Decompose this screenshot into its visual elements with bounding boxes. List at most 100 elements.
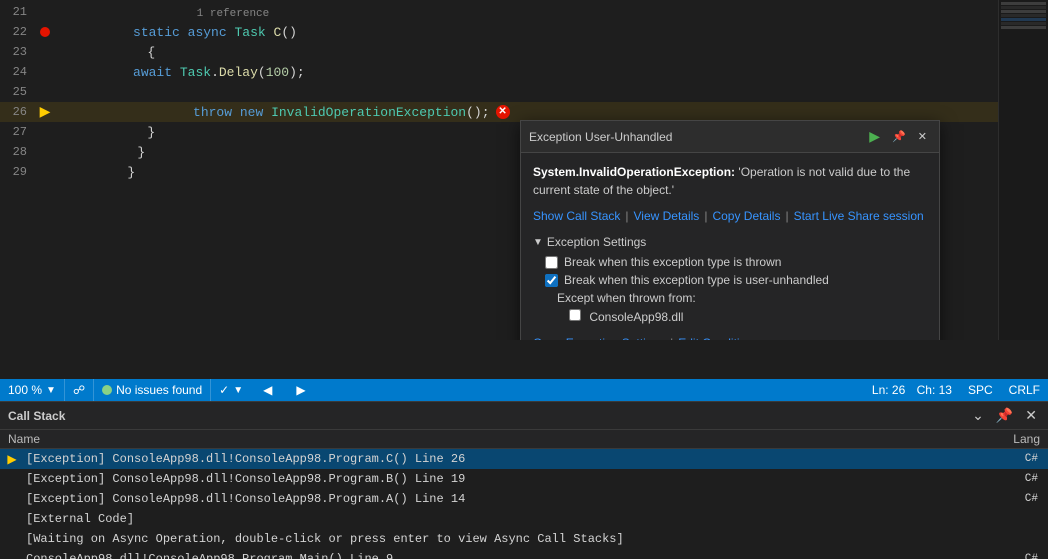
mini-line [1001, 2, 1046, 5]
current-line-arrow: ▶ [40, 104, 51, 121]
exception-settings: ▼ Exception Settings Break when this exc… [533, 235, 927, 324]
row-icon-0: ▶ [2, 452, 22, 467]
code-text-29: } [127, 165, 135, 180]
mini-line [1001, 18, 1046, 21]
status-check[interactable]: ✓ ▼ [211, 379, 251, 401]
stack-row-0[interactable]: ▶[Exception] ConsoleApp98.dll!ConsoleApp… [0, 449, 1048, 469]
except-when-label: Except when thrown from: [533, 291, 927, 305]
breakpoint-dot-22[interactable] [40, 27, 50, 37]
row-text-1: [Exception] ConsoleApp98.dll!ConsoleApp9… [22, 472, 996, 486]
except-source: ConsoleApp98.dll [533, 309, 927, 324]
popup-body: System.InvalidOperationException: 'Opera… [521, 153, 939, 340]
minimap-code [999, 0, 1048, 32]
status-encoding[interactable]: SPC [960, 383, 1001, 397]
check-icon: ✓ [219, 383, 229, 397]
callstack-rows[interactable]: ▶ [Exception] ConsoleApp98.dll!ConsoleApp… [0, 449, 1048, 559]
mini-line [1001, 14, 1046, 17]
status-bar: 100 % ▼ ☍ No issues found ✓ ▼ ◀ ▶ Ln: 26… [0, 379, 1048, 401]
popup-run-button[interactable]: ▶ [865, 126, 884, 147]
status-eol[interactable]: CRLF [1001, 383, 1048, 397]
edit-conditions-link[interactable]: Edit Conditions [678, 336, 759, 340]
popup-pin-button[interactable]: 📌 [888, 128, 910, 145]
show-call-stack-link[interactable]: Show Call Stack [533, 209, 620, 223]
encoding-label: SPC [968, 383, 993, 397]
copy-details-link[interactable]: Copy Details [712, 209, 780, 223]
nav-right-icon[interactable]: ▶ [292, 383, 309, 397]
breakpoint-area-22[interactable] [35, 27, 55, 37]
status-line-col[interactable]: Ln: 26 Ch: 13 [864, 383, 960, 397]
link-sep-1: | [625, 209, 628, 223]
line-number-28: 28 [0, 145, 35, 159]
checkbox-row-2: Break when this exception type is user-u… [533, 273, 927, 287]
consoleapp-source-checkbox[interactable] [569, 309, 581, 321]
nav-left-icon[interactable]: ◀ [259, 383, 276, 397]
link-sep-3: | [785, 209, 788, 223]
popup-close-button[interactable]: ✕ [914, 128, 931, 145]
code-line-24: 24 await Task.Delay(100); [0, 62, 1048, 82]
line-number-27: 27 [0, 125, 35, 139]
break-on-throw-label: Break when this exception type is thrown [564, 255, 781, 269]
row-text-2: [Exception] ConsoleApp98.dll!ConsoleApp9… [22, 492, 996, 506]
no-issues-text: No issues found [116, 383, 202, 397]
bottom-links: Open Exception Settings | Edit Condition… [533, 332, 927, 340]
row-lang-5: C# [996, 553, 1046, 559]
stack-row-2[interactable]: [Exception] ConsoleApp98.dll!ConsoleApp9… [0, 489, 1048, 509]
row-text-3: [External Code] [22, 512, 996, 526]
row-lang-1: C# [996, 473, 1046, 485]
line-number-26: 26 [0, 105, 35, 119]
panel-close-button[interactable]: ✕ [1022, 407, 1040, 424]
popup-buttons: ▶ 📌 ✕ [865, 126, 931, 147]
open-exception-settings-link[interactable]: Open Exception Settings [533, 336, 665, 340]
break-on-unhandled-label: Break when this exception type is user-u… [564, 273, 829, 287]
status-zoom[interactable]: 100 % ▼ [0, 379, 64, 401]
start-live-share-link[interactable]: Start Live Share session [794, 209, 924, 223]
exception-message: System.InvalidOperationException: 'Opera… [533, 163, 927, 199]
callstack-header: Name Lang [0, 430, 1048, 449]
row-lang-2: C# [996, 493, 1046, 505]
row-arrow-icon: ▶ [7, 452, 16, 467]
popup-links: Show Call Stack | View Details | Copy De… [533, 209, 927, 223]
line-number-25: 25 [0, 85, 35, 99]
bottom-link-sep: | [670, 336, 673, 340]
panel-collapse-button[interactable]: ⌄ [969, 407, 987, 424]
popup-titlebar: Exception User-Unhandled ▶ 📌 ✕ [521, 121, 939, 153]
status-nav-left[interactable]: ◀ [251, 379, 284, 401]
stack-row-5[interactable]: ConsoleApp98.dll!ConsoleApp98.Program.Ma… [0, 549, 1048, 559]
col-header-lang: Lang [998, 430, 1048, 448]
view-details-link[interactable]: View Details [634, 209, 700, 223]
line-info: Ln: 26 [872, 383, 905, 397]
status-git[interactable]: ☍ [65, 379, 93, 401]
settings-title: Exception Settings [547, 235, 646, 249]
check-dropdown: ▼ [233, 385, 243, 396]
mini-line [1001, 10, 1046, 13]
line-number-23: 23 [0, 45, 35, 59]
zoom-level: 100 % [8, 383, 42, 397]
panel-controls: ⌄ 📌 ✕ [969, 407, 1040, 424]
stack-row-4[interactable]: [Waiting on Async Operation, double-clic… [0, 529, 1048, 549]
row-text-4: [Waiting on Async Operation, double-clic… [22, 532, 996, 546]
col-header-name: Name [0, 430, 998, 448]
editor-area: 21 1 reference 22 static async Task C() … [0, 0, 1048, 340]
exception-type: System.InvalidOperationException: [533, 165, 735, 179]
line-number-29: 29 [0, 165, 35, 179]
zoom-icon: ▼ [46, 385, 56, 396]
stack-row-1[interactable]: [Exception] ConsoleApp98.dll!ConsoleApp9… [0, 469, 1048, 489]
popup-title: Exception User-Unhandled [529, 130, 672, 144]
col-info: Ch: 13 [917, 383, 952, 397]
status-nav-right[interactable]: ▶ [284, 379, 317, 401]
checkbox-row-1: Break when this exception type is thrown [533, 255, 927, 269]
break-on-throw-checkbox[interactable] [545, 256, 558, 269]
breakpoint-area-26[interactable]: ▶ [35, 104, 55, 121]
line-number-22: 22 [0, 25, 35, 39]
settings-header: ▼ Exception Settings [533, 235, 927, 249]
panel-area: Call Stack ⌄ 📌 ✕ Name Lang ▶ [Exception] … [0, 401, 1048, 556]
row-lang-0: C# [996, 453, 1046, 465]
line-number-21: 21 [0, 5, 35, 19]
break-on-unhandled-checkbox[interactable] [545, 274, 558, 287]
minimap [998, 0, 1048, 340]
panel-pin-button[interactable]: 📌 [993, 407, 1016, 424]
status-no-issues[interactable]: No issues found [94, 379, 210, 401]
stack-row-3[interactable]: [External Code] [0, 509, 1048, 529]
consoleapp-source-label: ConsoleApp98.dll [589, 310, 683, 324]
call-stack-panel-title: Call Stack [8, 409, 65, 423]
